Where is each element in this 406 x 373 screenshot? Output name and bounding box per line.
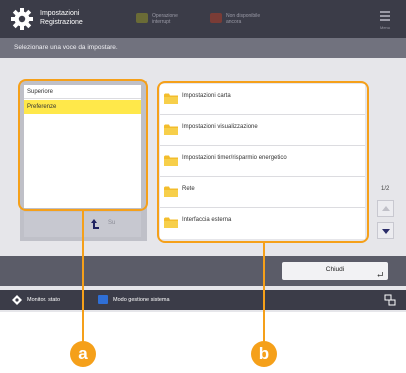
- interrupt-button[interactable]: Operazione interrupt: [136, 10, 200, 28]
- system-mode-icon: [98, 295, 108, 304]
- menu-icon-line: [380, 19, 390, 21]
- callout-badge-b: b: [251, 341, 277, 367]
- header-bar: Impostazioni Registrazione Operazione in…: [0, 0, 406, 38]
- system-mode-link[interactable]: Modo gestione sistema: [113, 297, 170, 303]
- instruction-text: Selezionare una voce da impostare.: [14, 44, 118, 51]
- callout-frame-a: [18, 79, 148, 211]
- menu-icon-line: [380, 15, 390, 17]
- unavailable-label: Non disponibile ancora: [226, 13, 261, 25]
- window-title-line1: Impostazioni: [40, 10, 80, 17]
- callout-frame-b: [157, 81, 369, 243]
- callout-line-a: [82, 211, 84, 343]
- up-label: Su: [108, 220, 116, 226]
- gear-icon: [11, 8, 33, 30]
- interrupt-label: Operazione interrupt: [152, 13, 178, 25]
- close-label: Chiudi: [325, 266, 345, 273]
- window-title-line2: Registrazione: [40, 19, 83, 26]
- status-monitor-link[interactable]: Monitor. stato: [27, 297, 60, 303]
- stop-icon: [210, 13, 222, 23]
- menu-icon: [380, 11, 390, 13]
- instruction-bar: Selezionare una voce da impostare.: [0, 38, 406, 58]
- close-button[interactable]: Chiudi: [282, 262, 388, 280]
- scroll-down-button[interactable]: [377, 222, 394, 239]
- chevron-down-icon: [382, 229, 390, 234]
- callout-line-b: [263, 243, 265, 343]
- status-bar: Monitor. stato Modo gestione sistema: [0, 290, 406, 310]
- return-key-icon: [377, 272, 383, 277]
- return-up-icon: [91, 219, 99, 229]
- menu-button[interactable]: Menu: [378, 9, 392, 30]
- menu-label: Menu: [379, 25, 390, 30]
- interrupt-icon: [136, 13, 148, 23]
- status-monitor-icon: [12, 295, 22, 305]
- page-indicator: 1/2: [381, 186, 390, 192]
- action-bar: Chiudi: [0, 256, 406, 286]
- scroll-up-button[interactable]: [377, 200, 394, 217]
- unavailable-button[interactable]: Non disponibile ancora: [210, 10, 274, 28]
- network-status-icon[interactable]: [384, 294, 396, 306]
- callout-badge-a: a: [70, 341, 96, 367]
- chevron-up-icon: [382, 206, 390, 211]
